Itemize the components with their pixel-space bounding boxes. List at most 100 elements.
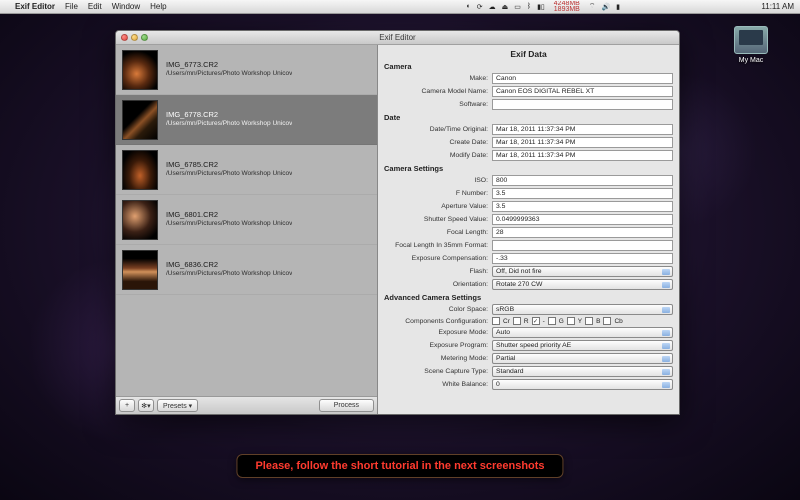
checkbox-cr[interactable] xyxy=(492,317,500,325)
memory-indicator: 4248MB1893MB xyxy=(548,1,586,13)
tutorial-banner: Please, follow the short tutorial in the… xyxy=(236,454,563,478)
file-path: /Users/mn/Pictures/Photo Workshop Unicov xyxy=(166,70,292,79)
input-expcomp[interactable]: -.33 xyxy=(492,253,673,264)
label-expprog: Exposure Program: xyxy=(384,342,492,349)
wifi-icon[interactable]: ⌔ xyxy=(586,2,599,11)
select-meter[interactable]: Partial xyxy=(492,353,673,364)
select-wb[interactable]: 0 xyxy=(492,379,673,390)
file-row[interactable]: IMG_6801.CR2/Users/mn/Pictures/Photo Wor… xyxy=(116,195,377,245)
thumbnail xyxy=(122,100,158,140)
sidebar-toolbar: + ✻▾ Presets ▾ Process xyxy=(116,396,377,414)
minimize-button[interactable] xyxy=(131,34,138,41)
menubar-extras: ◐ ⟳ ☁ ⏏ ▭ ᛒ ▮▯ 4248MB1893MB ⌔ 🔊 ▮ xyxy=(464,1,756,13)
desktop-icon-mymac[interactable]: My Mac xyxy=(730,26,772,64)
display-icon[interactable]: ▭ xyxy=(511,3,524,11)
file-row[interactable]: IMG_6778.CR2/Users/mn/Pictures/Photo Wor… xyxy=(116,95,377,145)
menubar: Exif Editor File Edit Window Help ◐ ⟳ ☁ … xyxy=(0,0,800,14)
exif-header: Exif Data xyxy=(384,49,673,59)
input-make[interactable]: Canon xyxy=(492,73,673,84)
file-path: /Users/mn/Pictures/Photo Workshop Unicov xyxy=(166,170,292,179)
menu-edit[interactable]: Edit xyxy=(83,2,107,11)
gear-menu-button[interactable]: ✻▾ xyxy=(138,399,154,412)
file-row[interactable]: IMG_6773.CR2/Users/mn/Pictures/Photo Wor… xyxy=(116,45,377,95)
file-name: IMG_6778.CR2 xyxy=(166,110,292,120)
select-expmode[interactable]: Auto xyxy=(492,327,673,338)
file-path: /Users/mn/Pictures/Photo Workshop Unicov xyxy=(166,120,292,129)
file-path: /Users/mn/Pictures/Photo Workshop Unicov xyxy=(166,220,292,229)
menu-window[interactable]: Window xyxy=(107,2,145,11)
input-focal35[interactable] xyxy=(492,240,673,251)
label-focal35: Focal Length In 35mm Format: xyxy=(384,242,492,249)
label-flash: Flash: xyxy=(384,268,492,275)
input-software[interactable] xyxy=(492,99,673,110)
components-config: Cr R ✓- G Y B Cb xyxy=(492,317,673,325)
thumbnail xyxy=(122,50,158,90)
checkbox-cb[interactable] xyxy=(603,317,611,325)
menubar-clock[interactable]: 11:11 AM xyxy=(755,2,800,11)
label-make: Make: xyxy=(384,75,492,82)
status-icon[interactable]: ◐ xyxy=(464,3,474,10)
window-title: Exif Editor xyxy=(116,33,679,42)
label-apval: Aperture Value: xyxy=(384,203,492,210)
section-date: Date xyxy=(384,113,673,122)
input-focal[interactable]: 28 xyxy=(492,227,673,238)
select-expprog[interactable]: Shutter speed priority AE xyxy=(492,340,673,351)
section-camera: Camera xyxy=(384,62,673,71)
desktop-icon-label: My Mac xyxy=(730,57,772,64)
titlebar[interactable]: Exif Editor xyxy=(116,31,679,45)
flag-icon[interactable]: ▮ xyxy=(613,3,623,11)
menu-app[interactable]: Exif Editor xyxy=(10,2,60,11)
bluetooth-icon[interactable]: ᛒ xyxy=(524,3,534,10)
checkbox-dash[interactable]: ✓ xyxy=(532,317,540,325)
label-software: Software: xyxy=(384,101,492,108)
input-cdate[interactable]: Mar 18, 2011 11:37:34 PM xyxy=(492,137,673,148)
label-expcomp: Exposure Compensation: xyxy=(384,255,492,262)
section-camset: Camera Settings xyxy=(384,164,673,173)
zoom-button[interactable] xyxy=(141,34,148,41)
input-mdate[interactable]: Mar 18, 2011 11:37:34 PM xyxy=(492,150,673,161)
checkbox-y[interactable] xyxy=(567,317,575,325)
file-name: IMG_6801.CR2 xyxy=(166,210,292,220)
label-compconf: Components Configuration: xyxy=(384,318,492,325)
checkbox-g[interactable] xyxy=(548,317,556,325)
select-orient[interactable]: Rotate 270 CW xyxy=(492,279,673,290)
input-model[interactable]: Canon EOS DIGITAL REBEL XT xyxy=(492,86,673,97)
label-cspace: Color Space: xyxy=(384,306,492,313)
process-button[interactable]: Process xyxy=(319,399,374,412)
thumbnail xyxy=(122,200,158,240)
checkbox-r[interactable] xyxy=(513,317,521,325)
select-scap[interactable]: Standard xyxy=(492,366,673,377)
presets-button[interactable]: Presets ▾ xyxy=(157,399,198,412)
thumbnail xyxy=(122,150,158,190)
menu-help[interactable]: Help xyxy=(145,2,171,11)
checkbox-b[interactable] xyxy=(585,317,593,325)
thumbnail xyxy=(122,250,158,290)
input-fnum[interactable]: 3.5 xyxy=(492,188,673,199)
battery-icon[interactable]: ▮▯ xyxy=(534,3,548,11)
label-iso: ISO: xyxy=(384,177,492,184)
file-row[interactable]: IMG_6785.CR2/Users/mn/Pictures/Photo Wor… xyxy=(116,145,377,195)
input-apval[interactable]: 3.5 xyxy=(492,201,673,212)
label-fnum: F Number: xyxy=(384,190,492,197)
file-row[interactable]: IMG_6836.CR2/Users/mn/Pictures/Photo Wor… xyxy=(116,245,377,295)
add-button[interactable]: + xyxy=(119,399,135,412)
label-scap: Scene Capture Type: xyxy=(384,368,492,375)
eject-icon[interactable]: ⏏ xyxy=(499,3,512,11)
input-dtorig[interactable]: Mar 18, 2011 11:37:34 PM xyxy=(492,124,673,135)
input-ssval[interactable]: 0.0499999363 xyxy=(492,214,673,225)
input-iso[interactable]: 800 xyxy=(492,175,673,186)
sync-icon[interactable]: ⟳ xyxy=(474,3,486,11)
section-advcam: Advanced Camera Settings xyxy=(384,293,673,302)
app-window: Exif Editor IMG_6773.CR2/Users/mn/Pictur… xyxy=(115,30,680,415)
volume-icon[interactable]: 🔊 xyxy=(598,3,613,11)
cloud-icon[interactable]: ☁ xyxy=(486,3,499,11)
label-meter: Metering Mode: xyxy=(384,355,492,362)
label-focal: Focal Length: xyxy=(384,229,492,236)
menu-file[interactable]: File xyxy=(60,2,83,11)
select-flash[interactable]: Off, Did not fire xyxy=(492,266,673,277)
close-button[interactable] xyxy=(121,34,128,41)
file-list[interactable]: IMG_6773.CR2/Users/mn/Pictures/Photo Wor… xyxy=(116,45,377,396)
label-mdate: Modify Date: xyxy=(384,152,492,159)
select-cspace[interactable]: sRGB xyxy=(492,304,673,315)
label-dtorig: Date/Time Original: xyxy=(384,126,492,133)
